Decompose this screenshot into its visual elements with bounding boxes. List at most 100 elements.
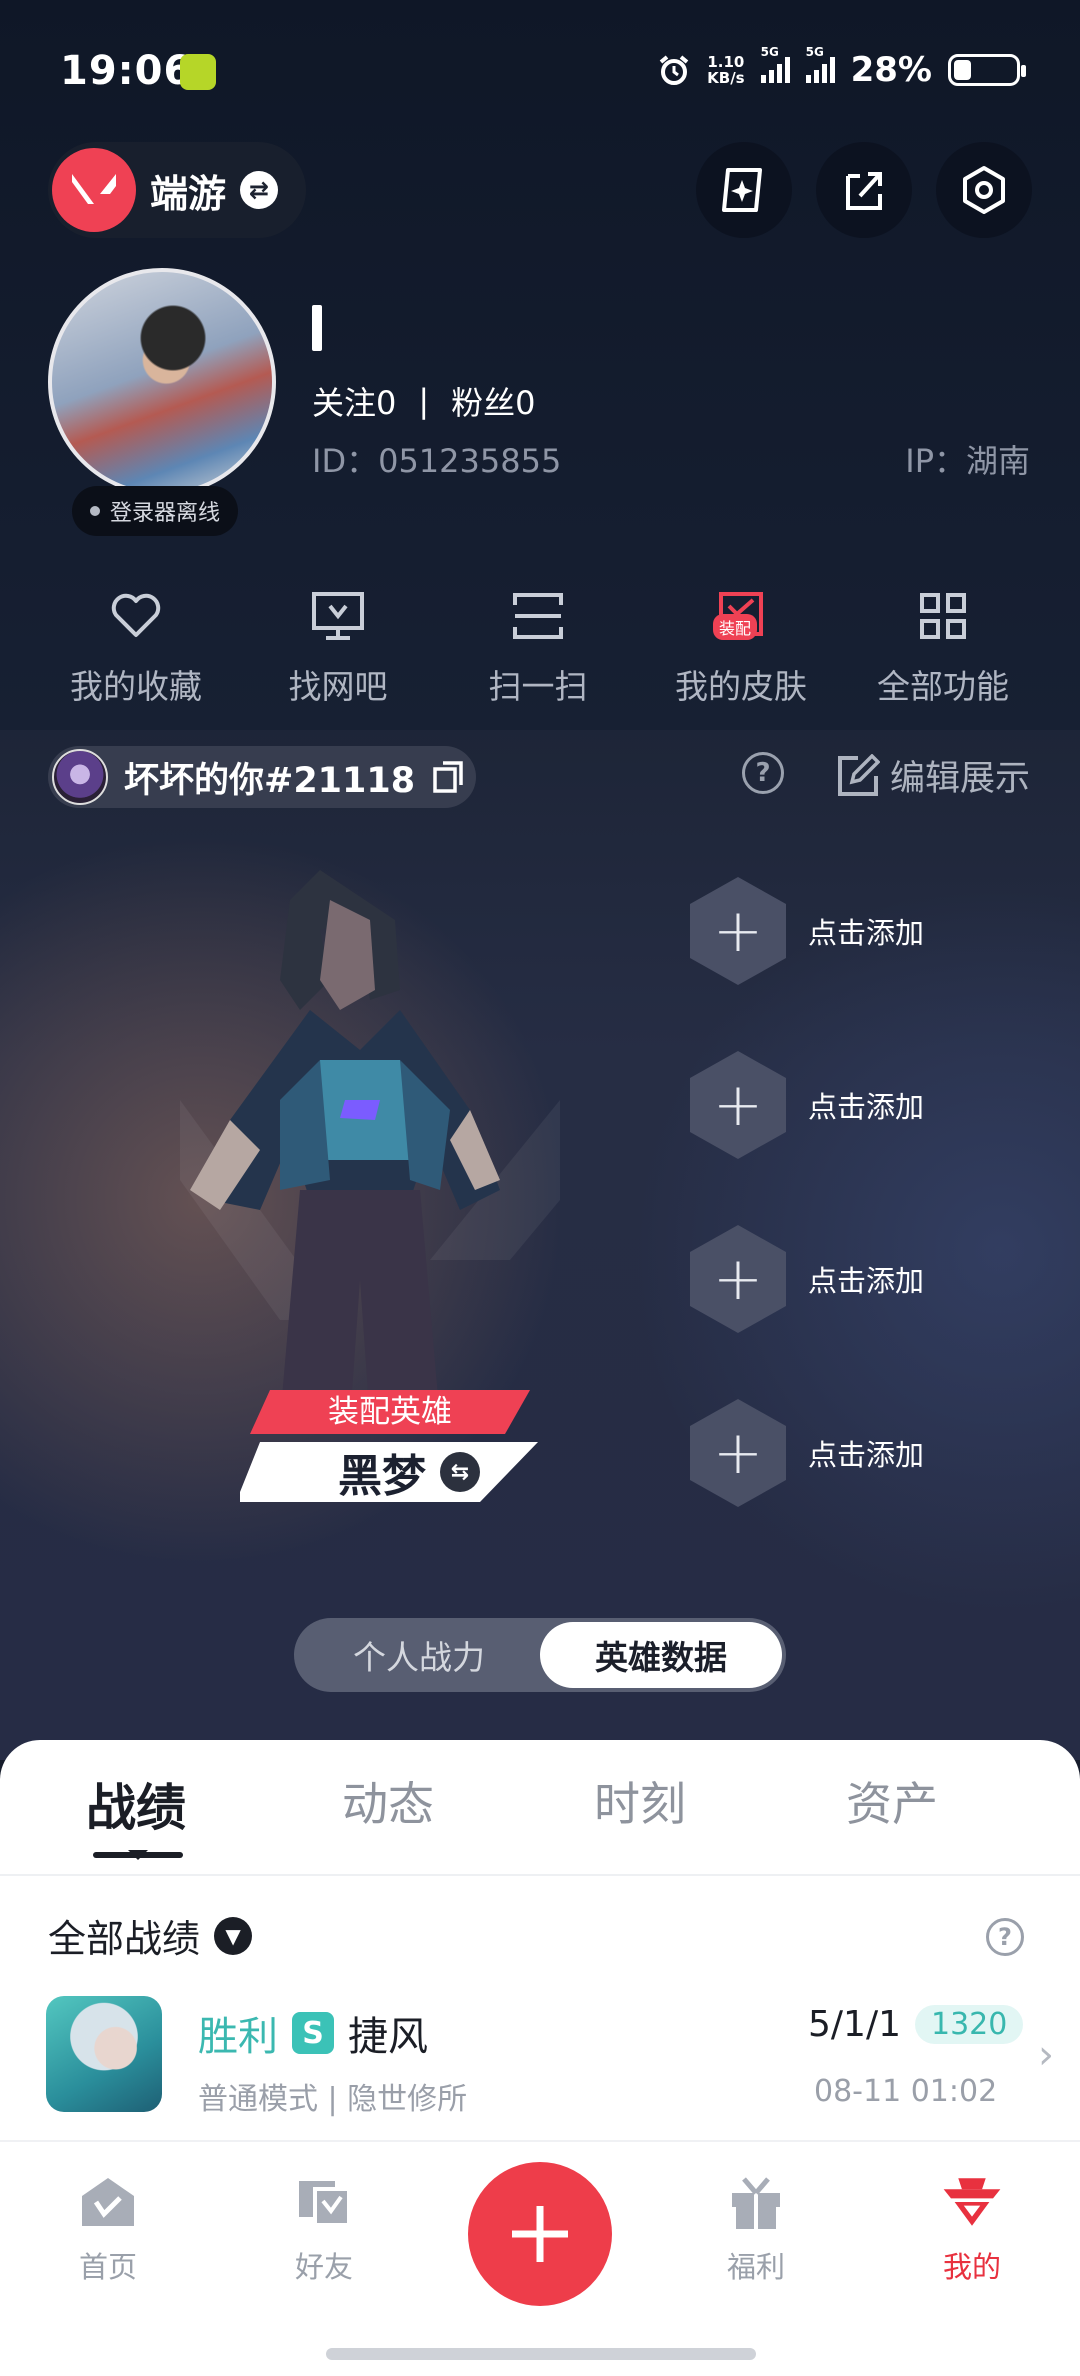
app-notification-icon xyxy=(180,54,216,90)
riot-id-tag[interactable]: 坏坏的你#21118 xyxy=(48,746,476,808)
feature-skins[interactable]: 装配 我的皮肤 xyxy=(656,586,826,708)
share-button[interactable] xyxy=(816,142,912,238)
nav-label: 我的 xyxy=(942,2250,1001,2284)
tab-records[interactable]: 战绩 xyxy=(10,1768,262,1840)
nav-friends[interactable]: 好友 xyxy=(254,2172,394,2286)
add-slot-1[interactable]: + 点击添加 xyxy=(690,876,990,986)
game-switch-button[interactable]: 端游 ⇄ xyxy=(48,142,306,238)
feature-label: 我的收藏 xyxy=(70,667,202,706)
feature-label: 扫一扫 xyxy=(488,667,588,706)
bottom-nav: 首页 好友 福利 我的 xyxy=(0,2140,1080,2376)
copy-icon[interactable] xyxy=(431,759,465,795)
signal-icon-2: 5G xyxy=(805,45,835,83)
agent-name: 捷风 xyxy=(348,2014,428,2060)
signal-icon: 5G xyxy=(760,45,790,83)
nav-me[interactable]: 我的 xyxy=(902,2172,1042,2286)
nav-label: 首页 xyxy=(78,2250,137,2284)
nav-welfare[interactable]: 福利 xyxy=(686,2172,826,2286)
help-icon[interactable]: ? xyxy=(742,752,784,794)
chevron-down-icon: ▼ xyxy=(214,1916,253,1955)
stats-separator: | xyxy=(418,382,430,420)
home-indicator xyxy=(326,2348,756,2360)
share-icon xyxy=(846,172,882,210)
chevron-right-icon: › xyxy=(1038,2032,1054,2078)
plus-icon: + xyxy=(690,1051,786,1159)
battery-percent: 28% xyxy=(850,50,932,90)
plus-icon: + xyxy=(690,1399,786,1507)
friends-icon xyxy=(292,2172,356,2232)
equip-hero-name-text: 黑梦 xyxy=(338,1451,426,1502)
match-score: 1320 xyxy=(914,2005,1024,2044)
add-slot-4[interactable]: + 点击添加 xyxy=(690,1398,990,1508)
edit-display-button[interactable]: 编辑展示 xyxy=(836,750,1030,801)
rank-badge: S xyxy=(292,2012,334,2054)
tab-assets[interactable]: 资产 xyxy=(766,1768,1018,1840)
alarm-icon xyxy=(659,55,689,85)
match-mode: 普通模式 | 隐世修所 xyxy=(198,2082,468,2117)
match-record[interactable]: 胜利 S 捷风 普通模式 | 隐世修所 5/1/1 1320 08-11 01:… xyxy=(46,1996,1054,2117)
add-slot-label: 点击添加 xyxy=(808,1264,925,1298)
tab-moments[interactable]: 时刻 xyxy=(514,1768,766,1840)
ip-location: IP：湖南 xyxy=(905,442,1030,480)
edit-display-label: 编辑展示 xyxy=(890,759,1031,799)
online-status-text: 登录器离线 xyxy=(110,501,221,526)
net-speed-value: 1.10 xyxy=(707,53,745,71)
settings-button[interactable] xyxy=(936,142,1032,238)
valorant-logo-icon xyxy=(52,148,136,232)
status-indicators: 1.10 KB/s 5G 5G 28% xyxy=(657,45,1026,90)
agent-avatar xyxy=(46,1996,162,2112)
feature-scan[interactable]: 扫一扫 xyxy=(453,586,623,708)
skin-icon: 装配 xyxy=(711,586,771,646)
swap-icon: ⇄ xyxy=(240,171,279,209)
net-speed: 1.10 KB/s xyxy=(707,54,744,86)
feature-all[interactable]: 全部功能 xyxy=(858,586,1028,708)
me-icon xyxy=(940,2172,1004,2232)
riot-id: 坏坏的你#21118 xyxy=(124,760,416,801)
plus-icon: + xyxy=(690,1225,786,1333)
battery-icon xyxy=(948,54,1026,86)
gear-icon xyxy=(963,166,1005,214)
equip-hero-label: 装配英雄 xyxy=(328,1394,452,1430)
data-toggle[interactable]: 个人战力 英雄数据 xyxy=(294,1618,786,1692)
plus-icon xyxy=(512,2206,568,2262)
feature-label: 我的皮肤 xyxy=(675,667,807,706)
add-slot-2[interactable]: + 点击添加 xyxy=(690,1050,990,1160)
gift-icon xyxy=(724,2172,788,2232)
match-result: 胜利 xyxy=(198,2014,278,2060)
plus-icon: + xyxy=(690,877,786,985)
avatar[interactable] xyxy=(48,268,276,496)
feature-label: 找网吧 xyxy=(288,667,388,706)
create-button[interactable] xyxy=(468,2162,612,2306)
username xyxy=(312,305,322,351)
feature-favorites[interactable]: 我的收藏 xyxy=(51,586,221,708)
records-help-icon[interactable]: ? xyxy=(986,1918,1024,1956)
online-status-badge: 登录器离线 xyxy=(72,486,239,536)
net-speed-unit: KB/s xyxy=(707,69,745,87)
follow-stats: 关注0 | 粉丝0 xyxy=(312,378,536,424)
signal-label-2: 5G xyxy=(805,45,824,59)
swap-hero-icon[interactable]: ⇆ xyxy=(440,1452,480,1492)
skin-badge: 装配 xyxy=(713,614,758,640)
fans-count[interactable]: 粉丝0 xyxy=(451,378,535,424)
tab-indicator-arrow xyxy=(128,1850,148,1860)
add-post-button[interactable] xyxy=(696,142,792,238)
kda-line: 5/1/1 1320 xyxy=(808,2004,1024,2045)
match-time: 08-11 01:02 xyxy=(814,2074,998,2109)
equip-hero-name[interactable]: 黑梦 ⇆ xyxy=(338,1440,480,1504)
heart-icon xyxy=(106,586,166,646)
add-slot-3[interactable]: + 点击添加 xyxy=(690,1224,990,1334)
toggle-personal-power[interactable]: 个人战力 xyxy=(298,1622,540,1688)
feature-label: 全部功能 xyxy=(877,667,1009,706)
nav-home[interactable]: 首页 xyxy=(38,2172,178,2286)
sparkle-edit-icon xyxy=(722,168,762,212)
following-count[interactable]: 关注0 xyxy=(312,378,396,424)
add-slot-label: 点击添加 xyxy=(808,916,925,950)
toggle-hero-data[interactable]: 英雄数据 xyxy=(540,1622,782,1688)
tab-feed[interactable]: 动态 xyxy=(262,1768,514,1840)
feature-internet-cafe[interactable]: 找网吧 xyxy=(253,586,423,708)
kda: 5/1/1 xyxy=(808,2004,901,2045)
game-name: 端游 xyxy=(150,171,227,216)
tab-bar: 战绩 动态 时刻 资产 xyxy=(0,1768,1080,1840)
status-dot-icon xyxy=(90,506,100,516)
records-filter[interactable]: 全部战绩 ▼ xyxy=(48,1908,253,1963)
